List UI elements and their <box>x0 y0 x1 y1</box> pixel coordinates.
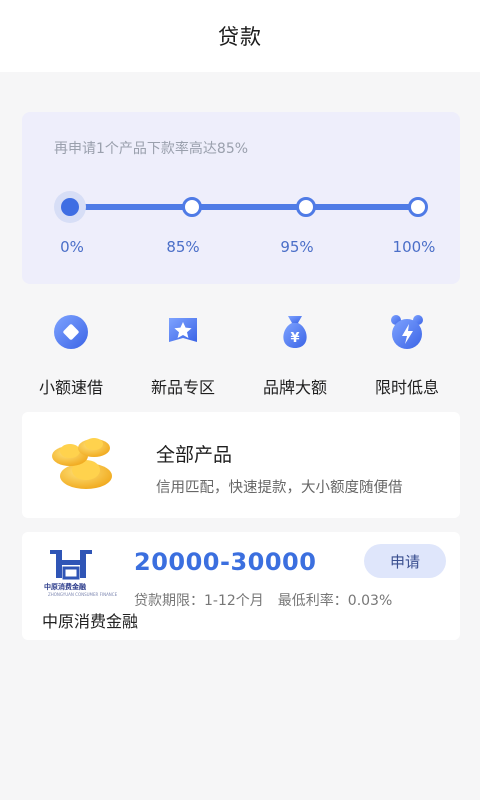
header: 贷款 <box>0 0 480 72</box>
alarm-clock-icon <box>387 312 427 352</box>
feature-label: 限时低息 <box>374 378 439 397</box>
logo-subtext: ZHONGYUAN CONSUMER FINANCE <box>48 592 118 597</box>
apply-button[interactable]: 申请 <box>364 544 446 578</box>
feature-label: 小额速借 <box>38 378 103 397</box>
money-bag-icon: ¥ <box>275 312 315 352</box>
progress-node <box>408 197 428 217</box>
svg-text:¥: ¥ <box>290 331 299 346</box>
loan-term: 贷款期限：1-12个月 <box>134 593 264 609</box>
feature-label: 品牌大额 <box>262 378 327 397</box>
all-products-title: 全部产品 <box>156 444 233 466</box>
loan-amount: 20000-30000 <box>134 548 317 576</box>
progress-tick: 85% <box>166 238 200 256</box>
progress-tick: 100% <box>392 238 436 256</box>
company-name: 中原消费金融 <box>42 612 139 631</box>
logo-text: 中原消费金融 <box>44 583 86 591</box>
feature-label: 新品专区 <box>150 378 215 397</box>
loan-terms: 贷款期限：1-12个月 最低利率：0.03% <box>134 590 406 610</box>
page-title: 贷款 <box>218 25 262 49</box>
progress-hint: 再申请1个产品下款率高达85% <box>54 141 249 157</box>
all-products-card[interactable]: 全部产品 信用匹配，快速提款，大小额度随便借 <box>22 412 460 518</box>
progress-tick: 95% <box>280 238 314 256</box>
feature-small-loan[interactable]: 小额速借 <box>16 312 126 398</box>
feature-grid: 小额速借 新品专区 ¥ 品牌大额 限时低息 <box>22 312 460 402</box>
loan-product-card[interactable]: 中原消费金融 ZHONGYUAN CONSUMER FINANCE 20000-… <box>22 532 460 640</box>
progress-card: 再申请1个产品下款率高达85% 0% 85% 95% 100% <box>22 112 460 284</box>
progress-node <box>296 197 316 217</box>
feature-new-products[interactable]: 新品专区 <box>128 312 238 398</box>
feature-brand-large[interactable]: ¥ 品牌大额 <box>240 312 350 398</box>
diamond-icon <box>51 312 91 352</box>
all-products-desc: 信用匹配，快速提款，大小额度随便借 <box>156 480 403 496</box>
loan-rate: 最低利率：0.03% <box>277 593 393 609</box>
feature-limited-low-rate[interactable]: 限时低息 <box>352 312 462 398</box>
star-badge-icon <box>163 312 203 352</box>
gold-ingot-icon <box>50 426 116 500</box>
progress-tick: 0% <box>60 238 84 256</box>
progress-node <box>182 197 202 217</box>
progress-node-current <box>54 191 86 223</box>
progress-track <box>70 204 418 210</box>
